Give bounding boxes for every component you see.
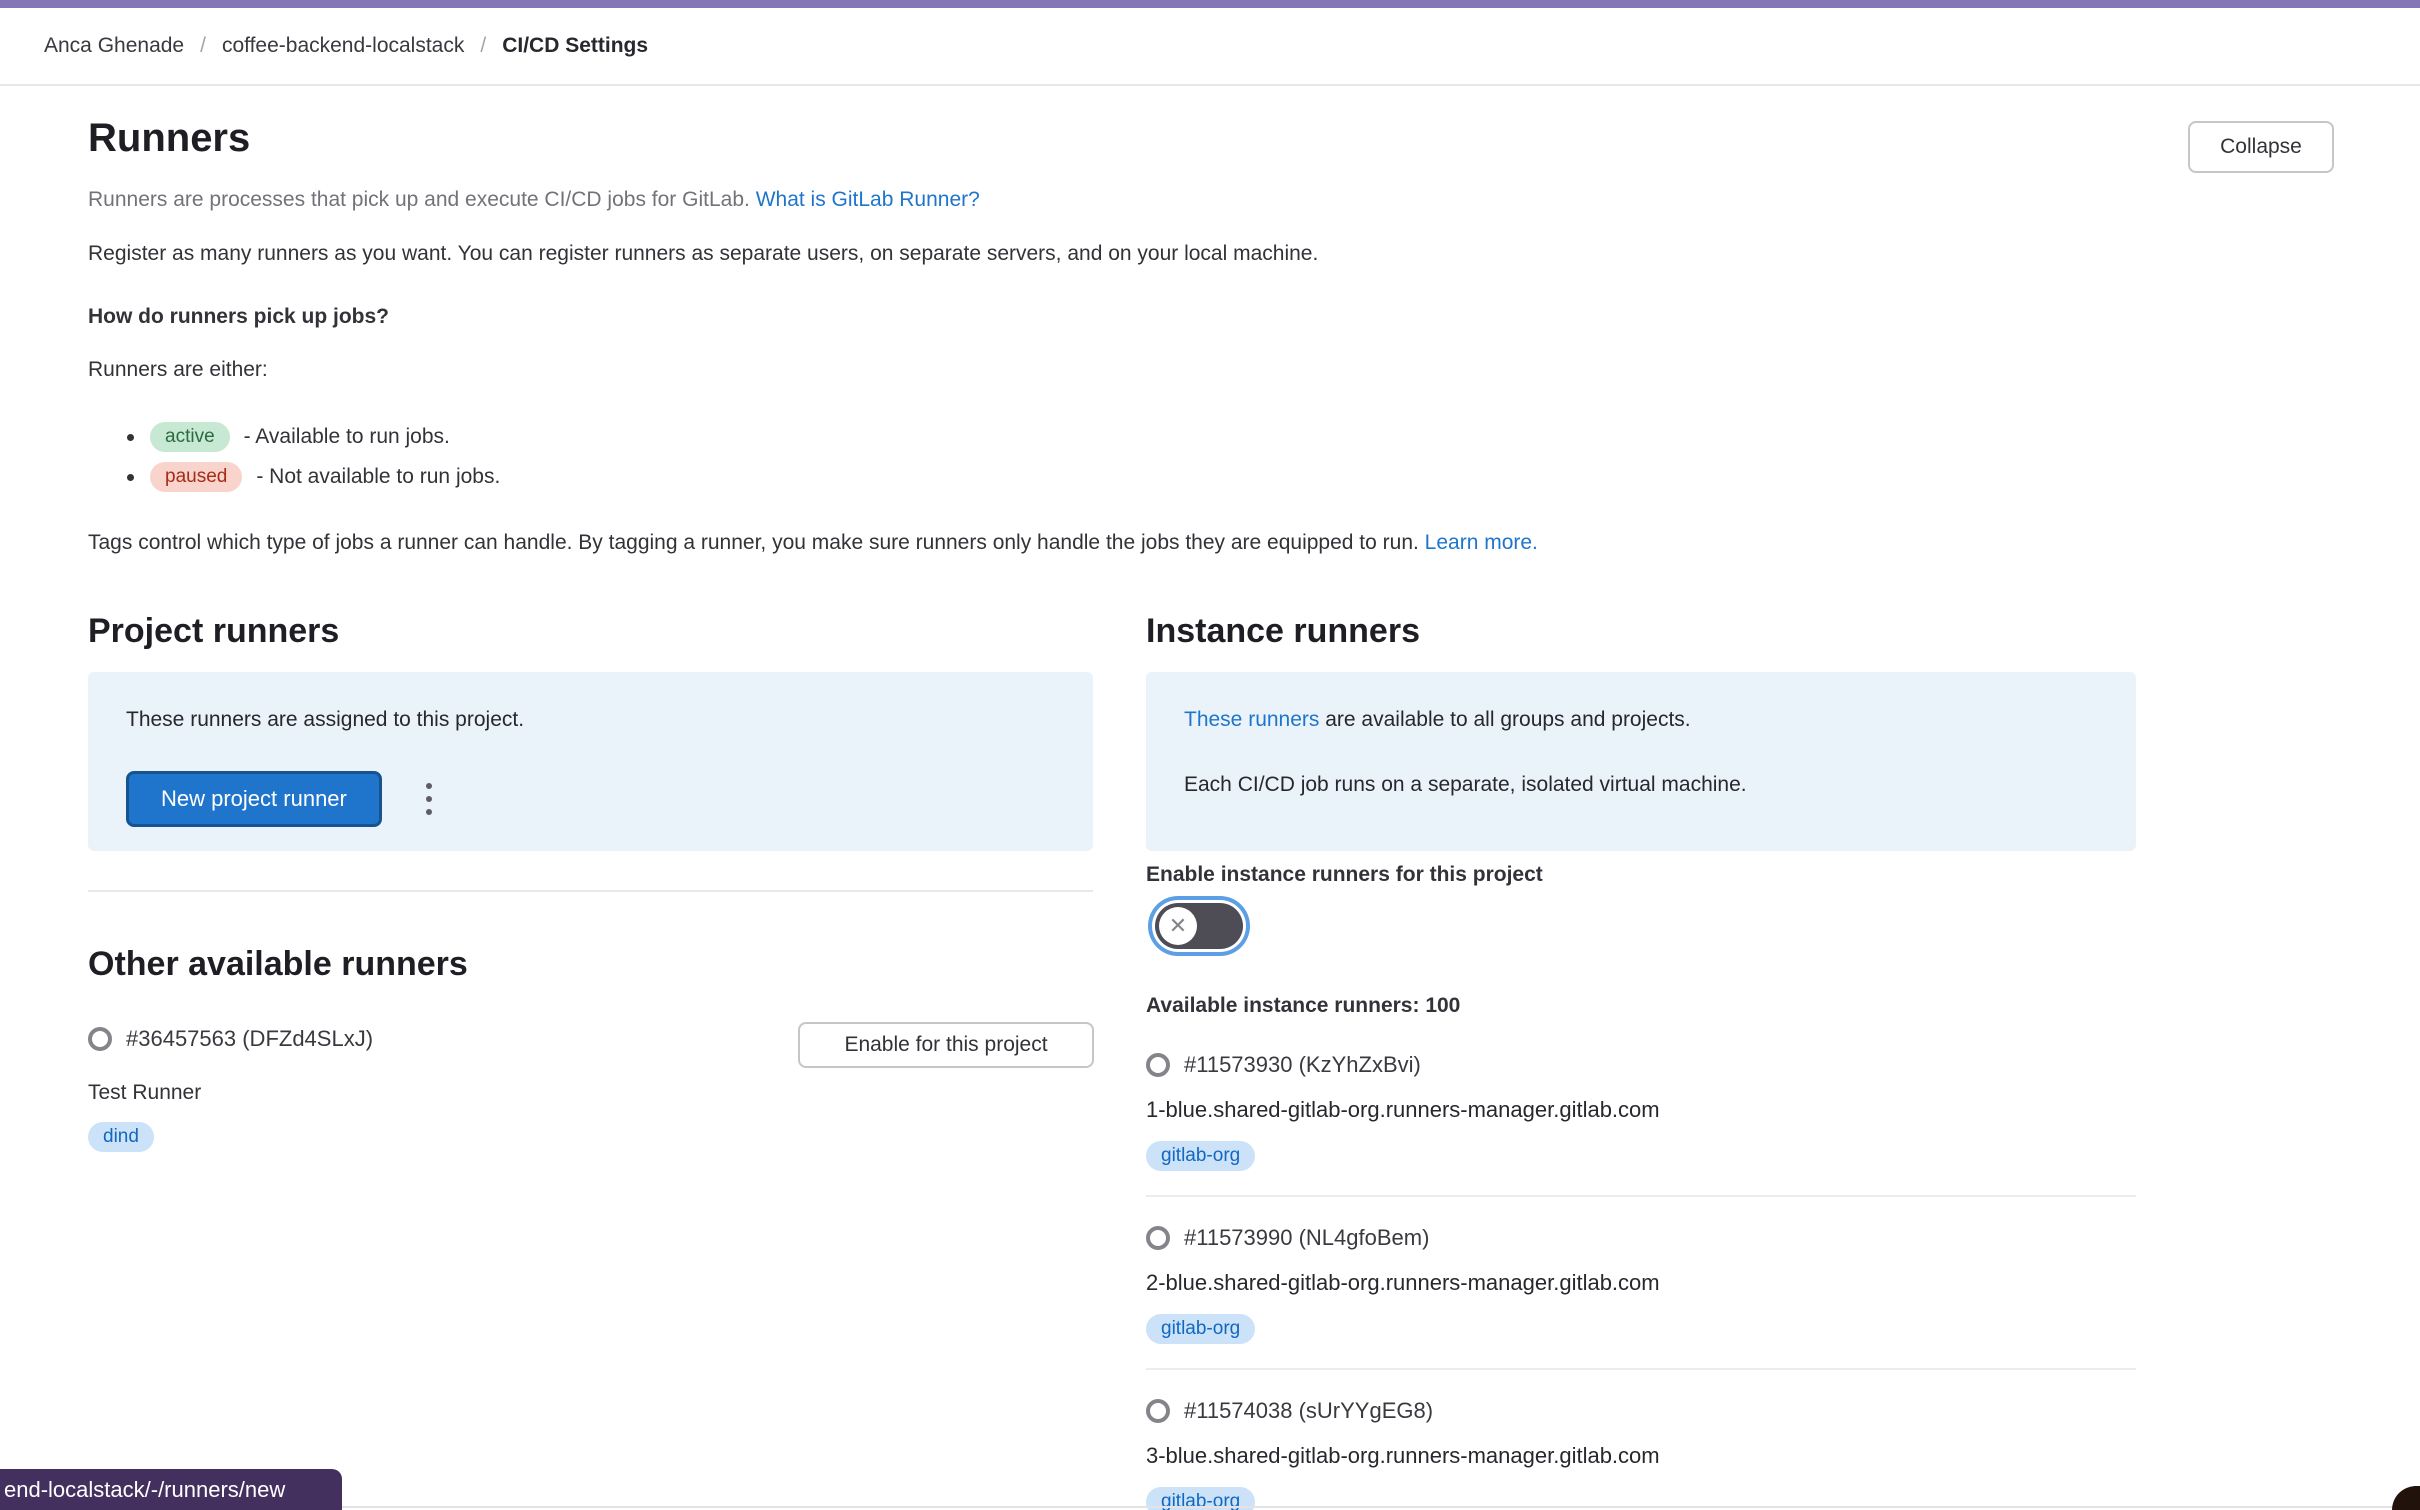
tags-note-text: Tags control which type of jobs a runner…: [88, 531, 1425, 554]
runners-either-text: Runners are either:: [88, 354, 268, 386]
runner-status-icon: [1146, 1053, 1170, 1077]
project-runners-info-text: These runners are assigned to this proje…: [126, 704, 1055, 736]
bullet-icon: [127, 434, 134, 441]
page: Anca Ghenade / coffee-backend-localstack…: [0, 0, 2420, 1510]
runner-host: 1-blue.shared-gitlab-org.runners-manager…: [1146, 1097, 1660, 1123]
register-note: Register as many runners as you want. Yo…: [88, 238, 1318, 270]
runner-status-icon: [1146, 1226, 1170, 1250]
window-bottom-edge: [0, 1506, 2420, 1508]
what-is-gitlab-runner-link[interactable]: What is GitLab Runner?: [756, 188, 980, 211]
page-title: Runners: [88, 112, 250, 164]
breadcrumb-separator: /: [200, 34, 206, 58]
list-item: active - Available to run jobs.: [127, 417, 500, 457]
project-runners-actions: New project runner: [126, 771, 1055, 827]
breadcrumb: Anca Ghenade / coffee-backend-localstack…: [0, 8, 2420, 86]
other-runner-name: Test Runner: [88, 1077, 201, 1109]
collapse-button[interactable]: Collapse: [2188, 121, 2334, 173]
breadcrumb-separator: /: [480, 34, 486, 58]
runner-title-row: #11574038 (sUrYYgEG8): [1146, 1398, 2136, 1424]
runner-title-row: #11573990 (NL4gfoBem): [1146, 1225, 2136, 1251]
instance-runners-info-line2: Each CI/CD job runs on a separate, isola…: [1184, 769, 2098, 801]
instance-runners-toggle[interactable]: ✕: [1155, 903, 1243, 949]
active-status-badge: active: [150, 422, 230, 452]
instance-runner-id-link[interactable]: #11573990 (NL4gfoBem): [1184, 1225, 1429, 1251]
runner-status-icon: [1146, 1399, 1170, 1423]
other-runners-title: Other available runners: [88, 942, 468, 986]
runners-description: Runners are processes that pick up and e…: [88, 184, 980, 216]
enable-for-project-button[interactable]: Enable for this project: [798, 1022, 1094, 1068]
learn-more-link[interactable]: Learn more.: [1425, 531, 1538, 554]
other-runner-row: #36457563 (DFZd4SLxJ): [88, 1026, 373, 1052]
row-divider: [1146, 1195, 2136, 1197]
instance-runner-row: #11574038 (sUrYYgEG8) 3-blue.shared-gitl…: [1146, 1398, 2136, 1424]
tags-note: Tags control which type of jobs a runner…: [88, 527, 1538, 559]
status-url-bubble: end-localstack/-/runners/new: [0, 1469, 342, 1510]
runners-description-text: Runners are processes that pick up and e…: [88, 188, 756, 211]
instance-runner-id-link[interactable]: #11573930 (KzYhZxBvi): [1184, 1052, 1421, 1078]
toggle-knob: ✕: [1159, 907, 1197, 945]
instance-runners-info-box: These runners are available to all group…: [1146, 672, 2136, 851]
window-accent-bar: [0, 0, 2420, 8]
instance-runner-id-link[interactable]: #11574038 (sUrYYgEG8): [1184, 1398, 1433, 1424]
breadcrumb-item-current: CI/CD Settings: [502, 34, 648, 58]
jobs-question: How do runners pick up jobs?: [88, 301, 389, 333]
runner-tag-badge: gitlab-org: [1146, 1141, 1255, 1171]
new-project-runner-button[interactable]: New project runner: [126, 771, 382, 827]
runner-title-row: #11573930 (KzYhZxBvi): [1146, 1052, 2136, 1078]
instance-runners-title: Instance runners: [1146, 609, 1420, 653]
bullet-icon: [127, 474, 134, 481]
paused-status-text: - Not available to run jobs.: [256, 465, 500, 489]
x-cross-icon: ✕: [1169, 913, 1187, 939]
project-runners-title: Project runners: [88, 609, 339, 653]
enable-instance-runners-label: Enable instance runners for this project: [1146, 859, 1543, 891]
other-runner-id-link[interactable]: #36457563 (DFZd4SLxJ): [126, 1026, 373, 1052]
runner-host: 3-blue.shared-gitlab-org.runners-manager…: [1146, 1443, 1660, 1469]
breadcrumb-item-user[interactable]: Anca Ghenade: [44, 34, 184, 58]
instance-runner-row: #11573990 (NL4gfoBem) 2-blue.shared-gitl…: [1146, 1225, 2136, 1251]
list-item: paused - Not available to run jobs.: [127, 457, 500, 497]
corner-overlay: [2392, 1486, 2420, 1510]
section-divider: [88, 890, 1093, 892]
vertical-ellipsis-icon[interactable]: [420, 777, 438, 821]
available-instance-runners-label: Available instance runners: 100: [1146, 990, 1460, 1022]
project-runners-info-box: These runners are assigned to this proje…: [88, 672, 1093, 851]
active-status-text: - Available to run jobs.: [244, 425, 450, 449]
runner-host: 2-blue.shared-gitlab-org.runners-manager…: [1146, 1270, 1660, 1296]
instance-runner-row: #11573930 (KzYhZxBvi) 1-blue.shared-gitl…: [1146, 1052, 2136, 1078]
paused-status-badge: paused: [150, 462, 242, 492]
runner-tag-badge: gitlab-org: [1146, 1314, 1255, 1344]
row-divider: [1146, 1368, 2136, 1370]
instance-runners-info-line1: These runners are available to all group…: [1184, 704, 2098, 736]
instance-runners-info-rest: are available to all groups and projects…: [1319, 708, 1690, 731]
runner-status-icon: [88, 1027, 112, 1051]
breadcrumb-item-project[interactable]: coffee-backend-localstack: [222, 34, 464, 58]
status-url-text: end-localstack/-/runners/new: [4, 1477, 285, 1503]
these-runners-link[interactable]: These runners: [1184, 708, 1319, 731]
status-bullet-list: active - Available to run jobs. paused -…: [127, 417, 500, 497]
runner-tag-badge: dind: [88, 1122, 154, 1152]
